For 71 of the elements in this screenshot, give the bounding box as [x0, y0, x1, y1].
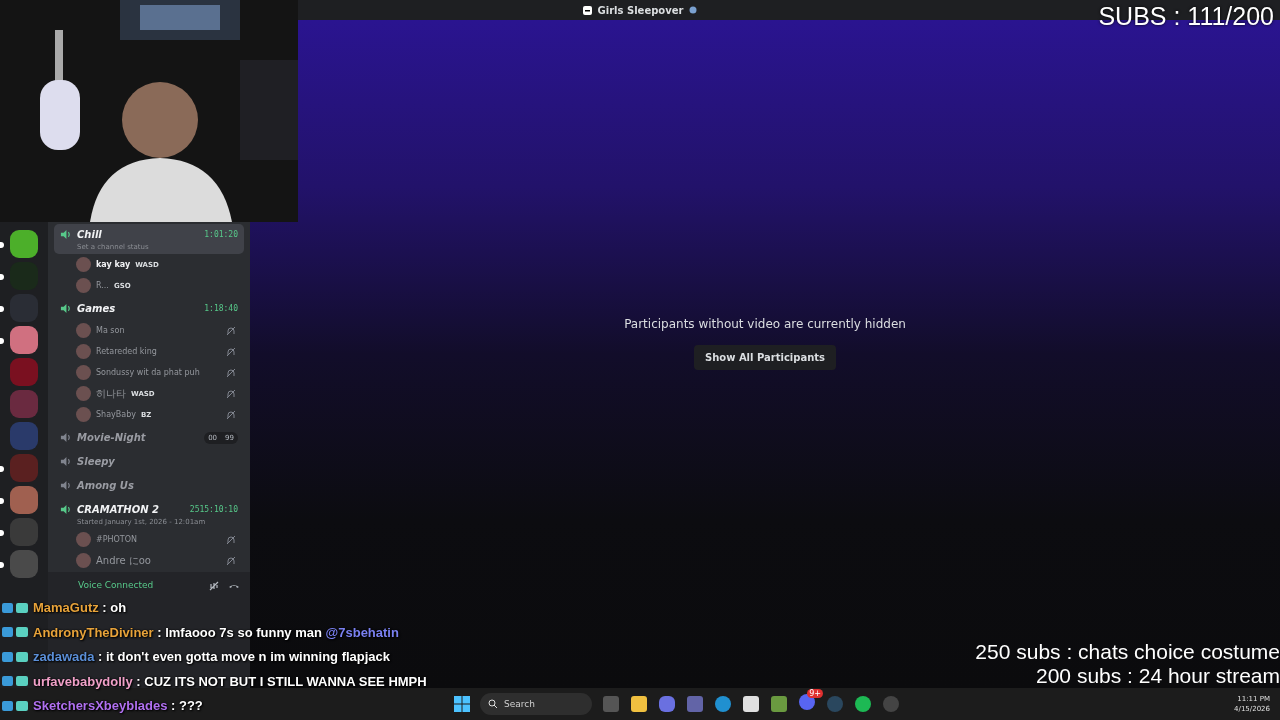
- channel-timer: 1:18:40: [204, 304, 238, 313]
- channel-timer: 2515:10:10: [189, 505, 238, 514]
- show-participants-button[interactable]: Show All Participants: [693, 344, 837, 370]
- speaker-icon: [60, 504, 71, 515]
- avatar[interactable]: [76, 365, 91, 380]
- chat-badge-icon: [2, 650, 30, 663]
- chat-message: AndronyTheDiviner : lmfaooo 7s so funny man @7sbehatin: [33, 624, 399, 640]
- search-icon: [488, 699, 499, 709]
- member-name[interactable]: 히나타: [96, 386, 126, 401]
- server-icon[interactable]: [10, 486, 38, 514]
- channel-name: Games: [77, 303, 116, 314]
- avatar[interactable]: [76, 553, 91, 568]
- channel-name: Movie-Night: [77, 432, 146, 443]
- notification-badge: 9+: [807, 689, 824, 698]
- muted-headphones-icon: [226, 555, 236, 566]
- muted-headphones-icon: [226, 367, 236, 378]
- muted-headphones-icon: [226, 534, 236, 545]
- mention-link[interactable]: @7sbehatin: [325, 624, 399, 640]
- member-name[interactable]: #PHOTON: [96, 535, 137, 544]
- sub-goal: 200 subs : 24 hour stream: [1036, 664, 1280, 688]
- member-name[interactable]: R...: [96, 281, 109, 290]
- channel-timer: 1:01:20: [204, 230, 238, 239]
- muted-headphones-icon: [226, 409, 236, 420]
- channel-name: Sleepy: [77, 456, 115, 467]
- server-icon[interactable]: [10, 230, 38, 258]
- voice-status: Voice Connected: [78, 580, 154, 590]
- member-name[interactable]: Ma son: [96, 326, 125, 335]
- avatar[interactable]: [76, 344, 91, 359]
- chat-badge-icon: [2, 601, 30, 614]
- channel-name: CRAMATHON 2: [77, 504, 159, 515]
- start-icon[interactable]: [454, 696, 471, 712]
- avatar[interactable]: [76, 386, 91, 401]
- app-icon: [582, 5, 592, 15]
- chat-message: SketchersXbeyblades : ???: [33, 698, 203, 714]
- chat-badge-icon: [2, 675, 30, 688]
- chat-message: zadawada : it don't even gotta move n im winning flapjack: [33, 649, 391, 665]
- avatar[interactable]: [76, 257, 91, 272]
- avatar[interactable]: [76, 532, 91, 547]
- chat-message: urfavebabydolly : CUZ ITS NOT BUT I STILL WANNA SEE HMPH: [33, 673, 427, 689]
- speaker-icon: [60, 303, 71, 314]
- noise-suppression-icon[interactable]: [208, 580, 220, 592]
- speaker-icon: [60, 229, 71, 240]
- subs-counter: SUBS : 111/200: [1098, 2, 1274, 31]
- server-icon[interactable]: [10, 326, 38, 354]
- muted-headphones-icon: [226, 325, 236, 336]
- window-title: Girls Sleepover: [597, 4, 684, 16]
- channel-name: Among Us: [77, 480, 134, 491]
- member-name[interactable]: kay kay: [96, 260, 131, 269]
- chat-message: MamaGutz : oh: [33, 600, 127, 616]
- muted-headphones-icon: [226, 346, 236, 357]
- chat-badge-icon: [2, 699, 30, 712]
- member-name[interactable]: Retareded king: [96, 347, 157, 356]
- speaker-icon: [60, 456, 71, 467]
- avatar[interactable]: [76, 278, 91, 293]
- voice-channel[interactable]: Games 1:18:40: [54, 298, 244, 320]
- speaker-icon: [60, 432, 71, 443]
- member-name[interactable]: Sondussy wit da phat puh: [96, 368, 200, 377]
- sub-goal: 250 subs : chats choice costume: [975, 640, 1280, 664]
- search-field[interactable]: Search: [480, 693, 593, 715]
- chat-badge-icon: [2, 626, 30, 639]
- muted-headphones-icon: [226, 388, 236, 399]
- avatar[interactable]: [76, 407, 91, 422]
- member-name[interactable]: Andre にoo: [96, 553, 151, 568]
- voice-channel[interactable]: Sleepy: [54, 451, 244, 473]
- speaker-icon: [60, 480, 71, 491]
- avatar[interactable]: [76, 323, 91, 338]
- member-name[interactable]: ShayBaby: [96, 410, 136, 419]
- voice-channel[interactable]: Among Us: [54, 475, 244, 497]
- emoji-icon: [689, 6, 698, 14]
- stage-message: Participants without video are currently hidden: [624, 316, 906, 331]
- channel-name: Chill: [77, 229, 102, 240]
